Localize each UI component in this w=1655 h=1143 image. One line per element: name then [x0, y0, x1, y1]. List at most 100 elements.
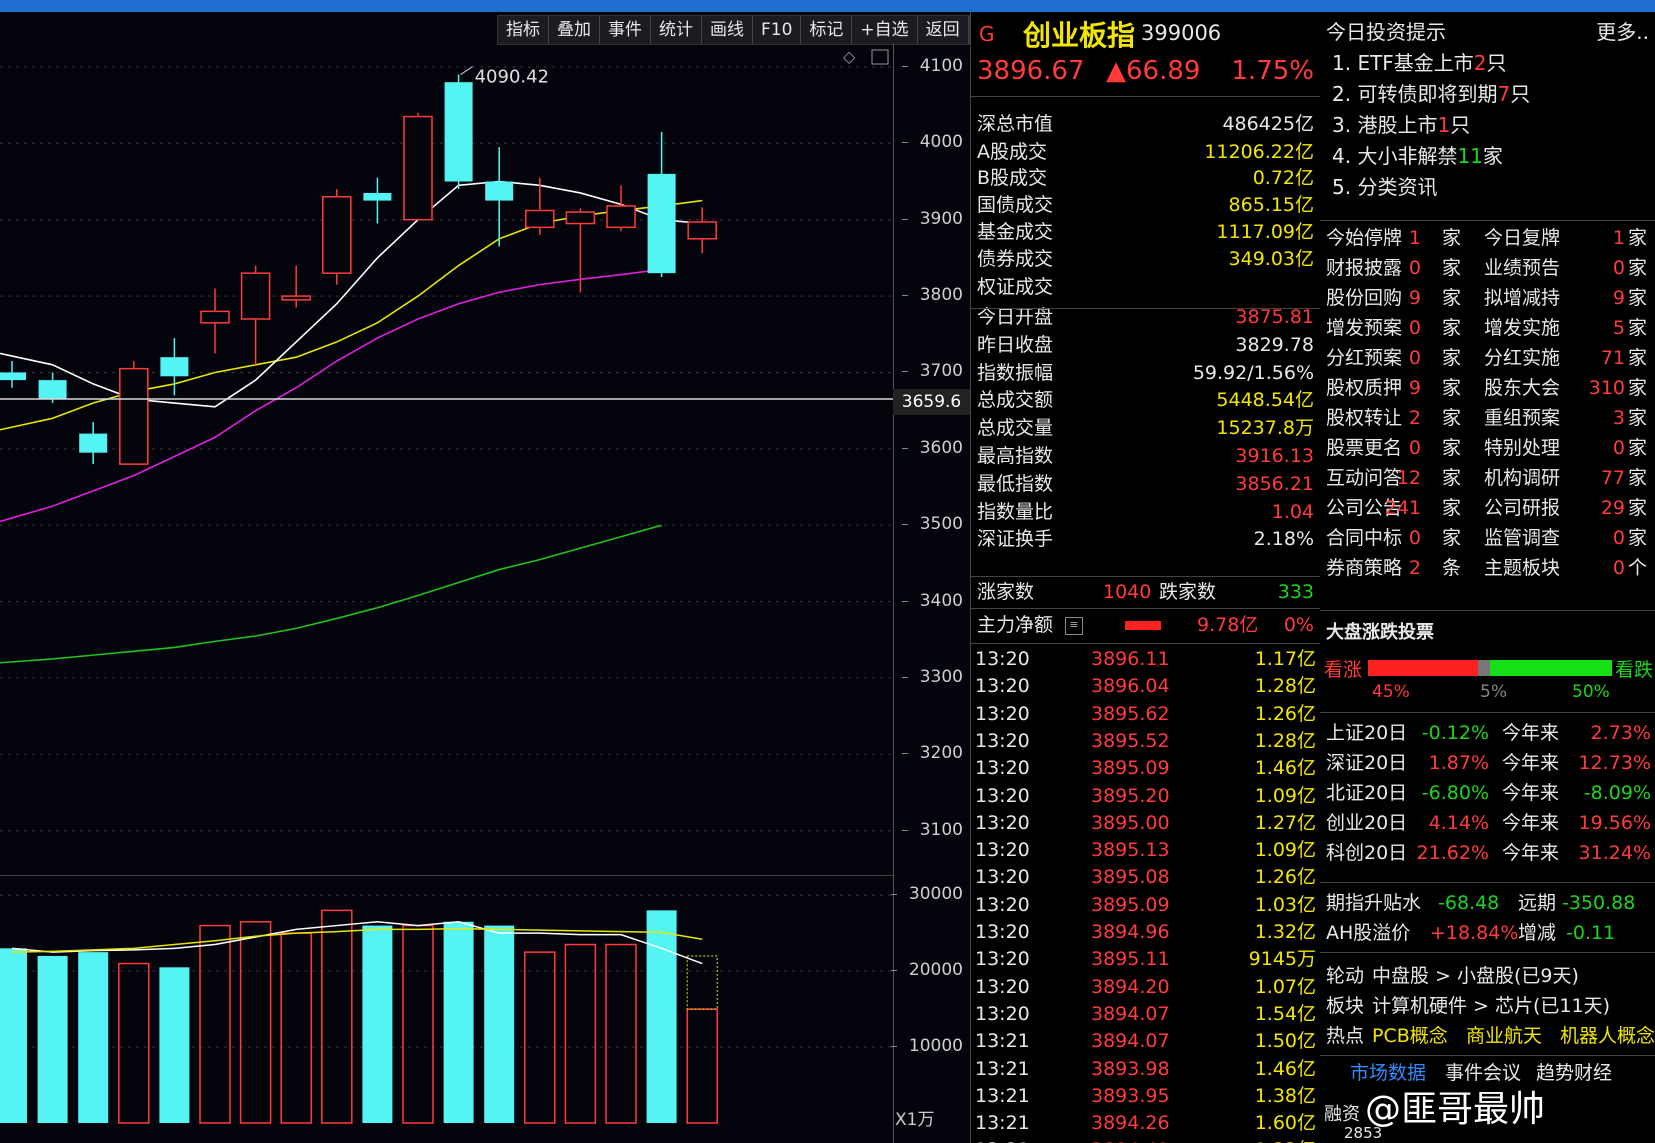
price-tick: 4100 [901, 55, 963, 76]
ah-premium-row: AH股溢价 +18.84% 增减 -0.11 [1326, 922, 1616, 944]
hot-topic[interactable]: 机器人概念 [1560, 1021, 1655, 1051]
volume-bar [362, 925, 393, 1123]
tick-amount: 1.32亿 [1254, 921, 1316, 943]
quote-value: 3856.21 [1235, 473, 1314, 495]
toolbar-8-button[interactable]: 返回 [918, 16, 969, 44]
tick-amount: 1.07亿 [1254, 975, 1316, 998]
stat-row[interactable]: 增发预案 0 家增发实施 5 家 [1326, 313, 1651, 343]
vote-title: 大盘涨跌投票 [1326, 622, 1434, 643]
tick-price: 3895.00 [1091, 811, 1170, 834]
tick-row: 13:20 3895.13 1.09亿 [971, 837, 1320, 864]
tip-item[interactable]: 4. 大小非解禁11家 [1332, 141, 1651, 171]
toolbar-5-button[interactable]: F10 [753, 16, 802, 44]
toolbar-7-button[interactable]: +自选 [852, 16, 918, 44]
rotation-row[interactable]: 轮动 中盘股 > 小盘股(已9天) [1326, 961, 1651, 991]
divider [1320, 952, 1655, 953]
quote-row: 深证换手 2.18% [977, 525, 1314, 553]
stat-row[interactable]: 股票更名 0 家特别处理 0 家 [1326, 433, 1651, 463]
quote-label: 国债成交 [977, 194, 1054, 216]
tick-time: 13:20 [975, 811, 1030, 834]
ma-yellow-line [52, 199, 703, 420]
high-pointer [460, 66, 473, 75]
stat-row[interactable]: 今始停牌 1 家今日复牌 1 家 [1326, 223, 1651, 253]
candle-body [403, 115, 433, 221]
toolbar-6-button[interactable]: 标记 [801, 16, 853, 44]
tick-row: 13:20 3895.00 1.27亿 [971, 810, 1320, 837]
candle-body [200, 310, 230, 324]
tick-row: 13:20 3896.11 1.17亿 [971, 646, 1320, 673]
stat-row[interactable]: 合同中标 0 家监管调查 0 家 [1326, 523, 1651, 553]
tick-row: 13:20 3895.09 1.03亿 [971, 892, 1320, 919]
toolbar-4-button[interactable]: 画线 [702, 16, 753, 44]
diamond-icon: ◇ [843, 47, 856, 66]
tick-time: 13:20 [975, 702, 1030, 725]
sector-row[interactable]: 板块 计算机硬件 > 芯片(已11天) [1326, 991, 1651, 1021]
quote-label: A股成交 [977, 141, 1047, 163]
tick-row: 13:21 3894.41 1.33亿 [971, 1137, 1320, 1143]
quote-label: 指数量比 [977, 501, 1054, 523]
tick-time: 13:20 [975, 784, 1030, 807]
tick-amount: 1.38亿 [1254, 1084, 1316, 1107]
stat-row[interactable]: 公司公告 241 家公司研报 29 家 [1326, 493, 1651, 523]
volume-tick: 10000 [890, 1036, 963, 1057]
price-axis: 4100 4000 3900 3800 3700 3600 3500 3400 3300 3200… [890, 44, 971, 1143]
tip-item[interactable]: 5. 分类资讯 [1332, 172, 1651, 202]
quote-value: 865.15亿 [1228, 194, 1314, 216]
tick-row: 13:21 3893.95 1.38亿 [971, 1083, 1320, 1110]
tick-time: 13:21 [975, 1057, 1030, 1080]
volume-bar [37, 955, 68, 1123]
tick-row: 13:20 3894.96 1.32亿 [971, 919, 1320, 946]
tick-row: 13:21 3894.07 1.50亿 [971, 1028, 1320, 1055]
stat-row[interactable]: 股权转让 2 家重组预案 3 家 [1326, 403, 1651, 433]
tip-item[interactable]: 1. ETF基金上市2只 [1332, 48, 1651, 78]
stat-row[interactable]: 股份回购 9 家拟增减持 9 家 [1326, 283, 1651, 313]
volume-separator [0, 875, 893, 876]
tick-amount: 1.09亿 [1254, 784, 1316, 807]
kline-chart-svg[interactable]: 4090.42 ◇ [0, 44, 893, 1143]
list-icon[interactable]: ≡ [1065, 617, 1083, 635]
tick-amount: 1.27亿 [1254, 811, 1316, 834]
vote-bull-label[interactable]: 看涨 [1324, 655, 1362, 682]
quote-value: 11206.22亿 [1204, 141, 1314, 163]
index-code: 399006 [1141, 21, 1222, 45]
price-tick: 3400 [901, 590, 963, 611]
vote-bear-label[interactable]: 看跌 [1615, 655, 1653, 682]
tick-price: 3895.52 [1091, 729, 1170, 752]
tips-more-link[interactable]: 更多.. [1596, 16, 1649, 45]
quote-row: 昨日收盘 3829.78 [977, 331, 1314, 359]
tick-time: 13:20 [975, 866, 1030, 889]
tick-list[interactable]: 13:20 3896.11 1.17亿 13:20 3896.04 1.28亿 13:20 3… [971, 646, 1320, 1143]
tick-time: 13:20 [975, 839, 1030, 862]
hot-topic[interactable]: 商业航天 [1466, 1021, 1542, 1051]
tick-time: 13:20 [975, 948, 1030, 971]
tip-item[interactable]: 3. 港股上市1只 [1332, 110, 1651, 140]
tip-item[interactable]: 2. 可转债即将到期7只 [1332, 79, 1651, 109]
price-tick: 3800 [901, 285, 963, 306]
tick-time: 13:20 [975, 729, 1030, 752]
tick-time: 13:20 [975, 893, 1030, 916]
hot-topic[interactable]: PCB概念 [1372, 1021, 1448, 1051]
tick-price: 3896.04 [1091, 675, 1170, 698]
stat-row[interactable]: 股权质押 9 家股东大会 310 家 [1326, 373, 1651, 403]
tick-price: 3893.98 [1091, 1057, 1170, 1080]
candle-body [38, 380, 67, 400]
stat-row[interactable]: 互动问答 12 家机构调研 77 家 [1326, 463, 1651, 493]
index-price: 3896.67 [977, 56, 1085, 86]
quote-row: 国债成交 865.15亿 [977, 191, 1314, 219]
tick-price: 3894.96 [1091, 921, 1170, 943]
toolbar-3-button[interactable]: 统计 [651, 16, 702, 44]
volume-bar [524, 951, 556, 1124]
toolbar-0-button[interactable]: 指标 [498, 16, 549, 44]
stat-row[interactable]: 券商策略 2 条主题板块 0 个 [1326, 553, 1651, 583]
margin-label: 融资 [1324, 1104, 1360, 1125]
candle-body [281, 295, 311, 301]
price-tick: 4000 [901, 132, 963, 153]
tab-trend[interactable]: 趋势财经 [1536, 1058, 1612, 1085]
toolbar-1-button[interactable]: 叠加 [549, 16, 600, 44]
toolbar-2-button[interactable]: 事件 [600, 16, 651, 44]
stat-row[interactable]: 分红预案 0 家分红实施 71 家 [1326, 343, 1651, 373]
price-tick: 3100 [901, 819, 963, 840]
quote-row: 深总市值 486425亿 [977, 110, 1314, 138]
stat-row[interactable]: 财报披露 0 家业绩预告 0 家 [1326, 253, 1651, 283]
tick-price: 3895.20 [1091, 784, 1170, 807]
